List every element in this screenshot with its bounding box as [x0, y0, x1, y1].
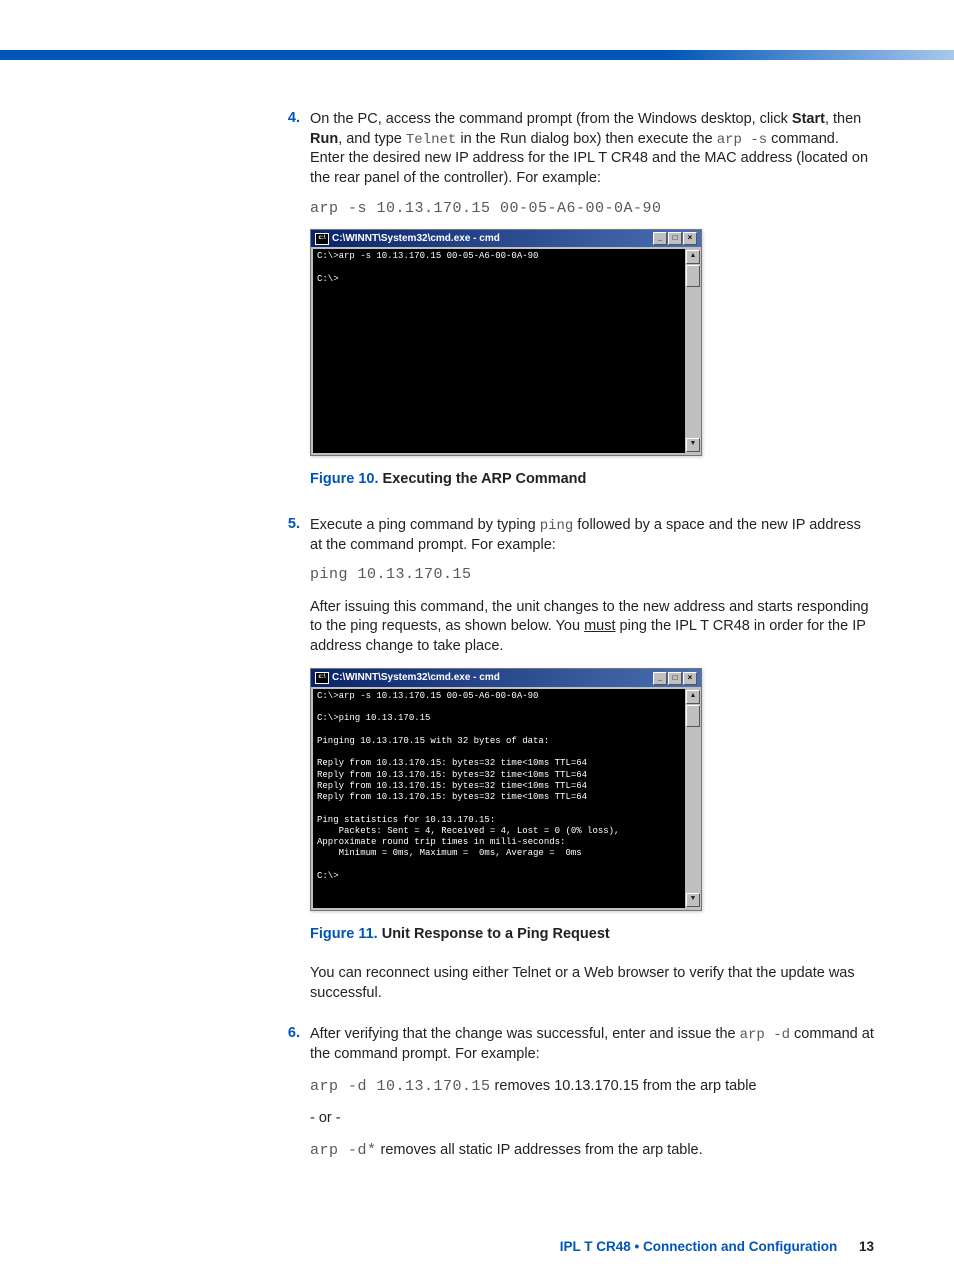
figure-caption-text: Unit Response to a Ping Request: [378, 926, 610, 942]
code-line-2: arp -d* removes all static IP addresses …: [310, 1141, 874, 1161]
scroll-thumb[interactable]: [686, 265, 700, 287]
text: , then: [825, 111, 861, 127]
telnet-code: Telnet: [406, 132, 456, 148]
step-body: On the PC, access the command prompt (fr…: [310, 110, 874, 510]
text: in the Run dialog box) then execute the: [456, 131, 716, 147]
figure-caption-text: Executing the ARP Command: [379, 471, 587, 487]
must-underline: must: [584, 618, 615, 634]
arp-d-code: arp -d: [740, 1027, 790, 1043]
step-number: 5.: [270, 516, 310, 1020]
step-number: 6.: [270, 1025, 310, 1173]
page-footer: IPL T CR48 • Connection and Configuratio…: [0, 1219, 954, 1284]
scroll-up-button[interactable]: ▲: [686, 690, 700, 704]
step-body: Execute a ping command by typing ping fo…: [310, 516, 874, 1020]
cmd-icon: c:\: [315, 233, 329, 245]
code-example: arp -s 10.13.170.15 00-05-A6-00-0A-90: [310, 199, 874, 219]
page-content: 4. On the PC, access the command prompt …: [0, 60, 954, 1219]
cmd-titlebar: c:\ C:\WINNT\System32\cmd.exe - cmd _ □ …: [311, 230, 701, 248]
code-line-1: arp -d 10.13.170.15 removes 10.13.170.15…: [310, 1077, 874, 1097]
scrollbar[interactable]: ▲ ▼: [685, 249, 699, 453]
text: On the PC, access the command prompt (fr…: [310, 111, 792, 127]
cmd-titlebar: c:\ C:\WINNT\System32\cmd.exe - cmd _ □ …: [311, 669, 701, 687]
figure-11-caption: Figure 11. Unit Response to a Ping Reque…: [310, 925, 874, 945]
maximize-button[interactable]: □: [668, 232, 682, 245]
start-label: Start: [792, 111, 825, 127]
minimize-button[interactable]: _: [653, 232, 667, 245]
ping-code: ping: [540, 518, 574, 534]
scrollbar[interactable]: ▲ ▼: [685, 689, 699, 908]
scroll-down-button[interactable]: ▼: [686, 893, 700, 907]
paragraph: After issuing this command, the unit cha…: [310, 598, 874, 657]
reconnect-paragraph: You can reconnect using either Telnet or…: [310, 964, 874, 1003]
header-accent-bar: [0, 50, 954, 60]
cmd-title-text: C:\WINNT\System32\cmd.exe - cmd: [332, 671, 500, 685]
run-label: Run: [310, 131, 338, 147]
step-number: 4.: [270, 110, 310, 510]
text: , and type: [338, 131, 406, 147]
text: Execute a ping command by typing: [310, 517, 540, 533]
figure-label: Figure 10.: [310, 471, 379, 487]
step-4: 4. On the PC, access the command prompt …: [270, 110, 874, 510]
text: removes 10.13.170.15 from the arp table: [491, 1078, 757, 1094]
code-example: ping 10.13.170.15: [310, 565, 874, 585]
step-5: 5. Execute a ping command by typing ping…: [270, 516, 874, 1020]
maximize-button[interactable]: □: [668, 672, 682, 685]
cmd-output: C:\>arp -s 10.13.170.15 00-05-A6-00-0A-9…: [313, 249, 685, 453]
scroll-down-button[interactable]: ▼: [686, 438, 700, 452]
close-button[interactable]: ×: [683, 672, 697, 685]
cmd-window-fig10: c:\ C:\WINNT\System32\cmd.exe - cmd _ □ …: [310, 229, 702, 457]
minimize-button[interactable]: _: [653, 672, 667, 685]
scroll-thumb[interactable]: [686, 705, 700, 727]
figure-10-caption: Figure 10. Executing the ARP Command: [310, 470, 874, 490]
arp-s-code: arp -s: [717, 132, 767, 148]
step-body: After verifying that the change was succ…: [310, 1025, 874, 1173]
cmd-title-text: C:\WINNT\System32\cmd.exe - cmd: [332, 232, 500, 246]
cmd-icon: c:\: [315, 672, 329, 684]
cmd-output: C:\>arp -s 10.13.170.15 00-05-A6-00-0A-9…: [313, 689, 685, 908]
close-button[interactable]: ×: [683, 232, 697, 245]
text: After verifying that the change was succ…: [310, 1026, 740, 1042]
footer-section: IPL T CR48 • Connection and Configuratio…: [560, 1239, 837, 1254]
step-6: 6. After verifying that the change was s…: [270, 1025, 874, 1173]
or-separator: - or -: [310, 1109, 874, 1129]
code: arp -d*: [310, 1142, 377, 1159]
page-number: 13: [859, 1239, 874, 1254]
cmd-window-fig11: c:\ C:\WINNT\System32\cmd.exe - cmd _ □ …: [310, 668, 702, 911]
code: arp -d 10.13.170.15: [310, 1078, 491, 1095]
scroll-up-button[interactable]: ▲: [686, 250, 700, 264]
text: removes all static IP addresses from the…: [377, 1142, 703, 1158]
figure-label: Figure 11.: [310, 926, 378, 942]
